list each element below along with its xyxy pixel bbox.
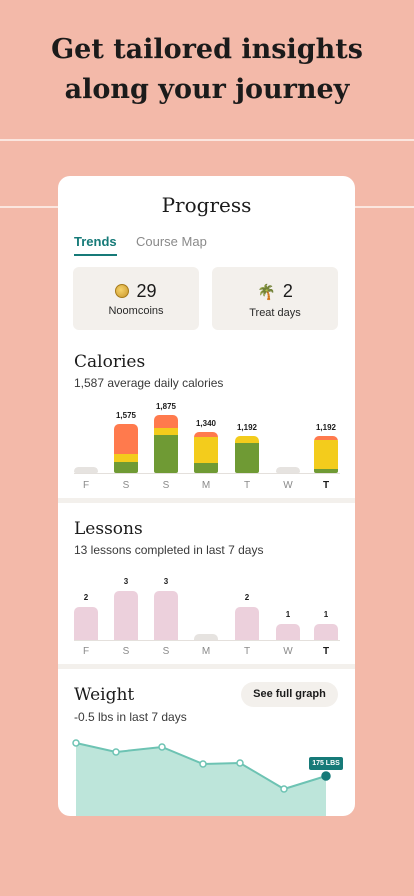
lessons-day-label: F — [82, 646, 90, 657]
weight-title: Weight — [74, 685, 135, 705]
calories-bar-value: 1,192 — [315, 423, 337, 432]
tab-course-map[interactable]: Course Map — [136, 234, 207, 249]
calories-bar-segment — [314, 439, 338, 469]
lessons-bar-value: 2 — [83, 593, 89, 602]
card-title: Progress — [161, 193, 252, 217]
weight-point — [112, 748, 120, 756]
treat-days-stat: 🌴 2 Treat days — [212, 267, 338, 330]
see-full-graph-button[interactable]: See full graph — [241, 682, 338, 707]
calories-bar-segment — [114, 454, 138, 463]
calories-day-label: W — [283, 480, 293, 491]
noomcoins-stat: 29 Noomcoins — [73, 267, 199, 330]
lessons-day-label: S — [122, 646, 130, 657]
weight-point — [280, 785, 288, 793]
calories-day-label: T — [243, 480, 251, 491]
calories-subtitle: 1,587 average daily calories — [74, 376, 224, 390]
lessons-bar — [276, 624, 300, 640]
calories-day-label: M — [201, 480, 211, 491]
calories-day-label: S — [122, 480, 130, 491]
calories-day-label: F — [82, 480, 90, 491]
calories-bar-segment — [154, 434, 178, 473]
lessons-bar-value: 3 — [163, 577, 169, 586]
lessons-bar — [154, 591, 178, 640]
calories-bar — [74, 467, 98, 473]
lessons-title: Lessons — [74, 519, 143, 539]
lessons-bar-value: 1 — [285, 610, 291, 619]
calories-bar-segment — [194, 436, 218, 464]
section-divider — [58, 664, 355, 669]
lessons-bar — [194, 634, 218, 640]
calories-bar-segment — [235, 436, 259, 444]
weight-point — [158, 743, 166, 751]
lessons-day-label: W — [283, 646, 293, 657]
noomcoins-value: 29 — [136, 281, 157, 301]
lessons-bar-value: 1 — [323, 610, 329, 619]
lessons-day-label: S — [162, 646, 170, 657]
decorative-line — [0, 139, 414, 141]
calories-bar — [314, 436, 338, 473]
calories-bar-segment — [154, 415, 178, 429]
calories-baseline — [74, 473, 340, 474]
weight-point — [321, 771, 331, 781]
section-divider — [58, 498, 355, 503]
coin-icon — [115, 284, 130, 298]
calories-bar — [276, 467, 300, 473]
calories-bar-value: 1,192 — [236, 423, 258, 432]
calories-bar — [235, 436, 259, 473]
lessons-day-label: T — [322, 646, 330, 657]
weight-point — [236, 759, 244, 767]
lessons-subtitle: 13 lessons completed in last 7 days — [74, 543, 264, 557]
calories-title: Calories — [74, 352, 146, 372]
lessons-bar — [74, 607, 98, 640]
headline: Get tailored insights along your journey — [0, 30, 414, 110]
treat-days-label: Treat days — [249, 307, 301, 319]
lessons-bar — [314, 624, 338, 640]
weight-point — [199, 760, 207, 768]
calories-bar — [194, 432, 218, 473]
calories-bar-value: 1,575 — [115, 411, 137, 420]
lessons-day-label: M — [201, 646, 211, 657]
calories-day-label: S — [162, 480, 170, 491]
treat-days-value: 2 — [282, 281, 293, 301]
calories-day-label: T — [322, 480, 330, 491]
weight-subtitle: -0.5 lbs in last 7 days — [74, 710, 187, 724]
lessons-bar-value: 3 — [123, 577, 129, 586]
noomcoins-label: Noomcoins — [108, 305, 164, 317]
progress-card: Progress Trends Course Map 29 Noomcoins … — [58, 176, 355, 816]
headline-line-2: along your journey — [64, 74, 350, 105]
calories-bar-segment — [235, 443, 259, 473]
headline-line-1: Get tailored insights — [51, 34, 363, 65]
calories-bar-value: 1,875 — [155, 402, 177, 411]
palm-tree-icon: 🌴 — [257, 284, 276, 301]
lessons-bar — [235, 607, 259, 640]
calories-bar-value: 1,340 — [195, 419, 217, 428]
calories-bar-segment — [194, 463, 218, 473]
weight-point — [72, 739, 80, 747]
tab-trends[interactable]: Trends — [74, 234, 117, 256]
weight-latest-badge: 175 LBS — [309, 757, 343, 770]
calories-bar — [114, 424, 138, 473]
calories-bar — [154, 415, 178, 473]
calories-bar-segment — [114, 462, 138, 473]
calories-bar-segment — [114, 424, 138, 455]
calories-bar-segment — [314, 468, 338, 473]
weight-chart — [72, 739, 331, 816]
lessons-bar — [114, 591, 138, 640]
lessons-bar-value: 2 — [244, 593, 250, 602]
lessons-baseline — [74, 640, 340, 641]
lessons-day-label: T — [243, 646, 251, 657]
